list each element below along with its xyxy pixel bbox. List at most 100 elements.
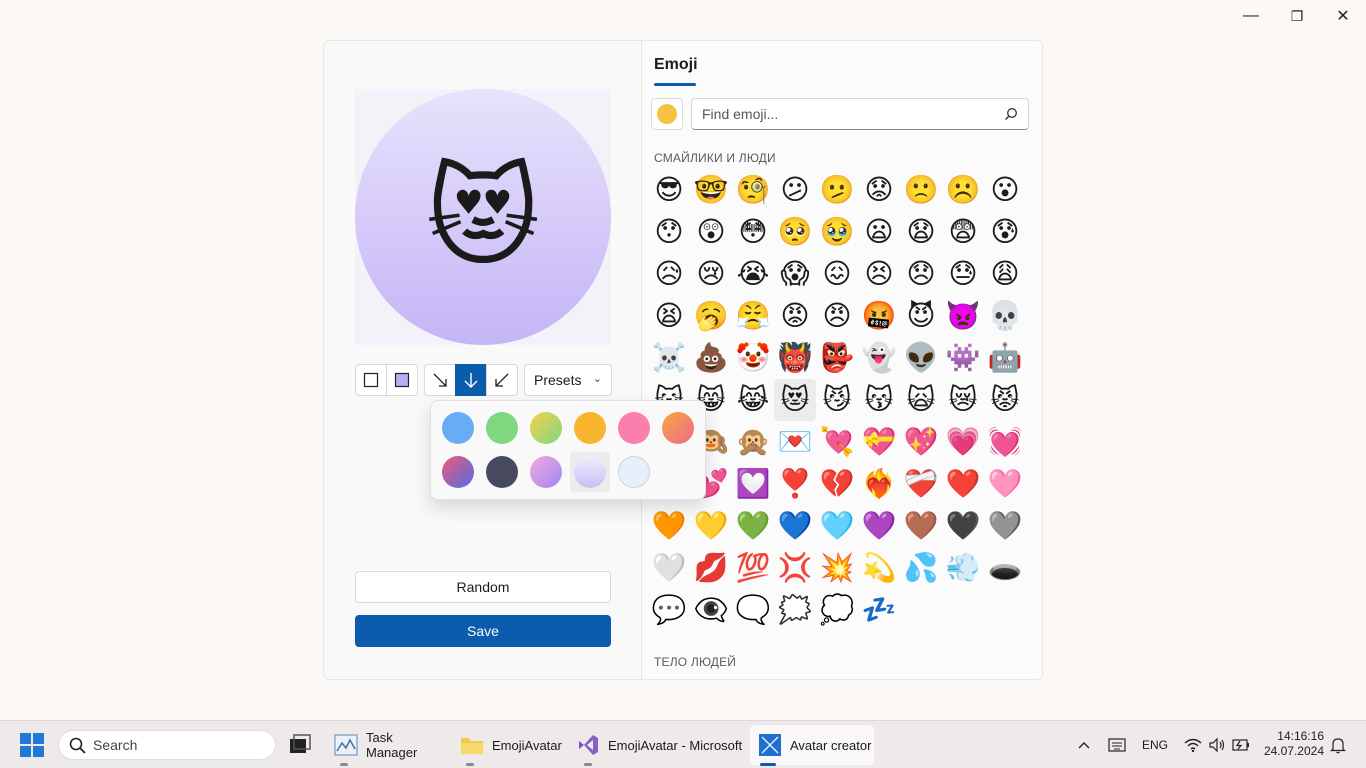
emoji-cell[interactable]: 🕳️	[984, 547, 1026, 589]
emoji-cell[interactable]: 😠	[816, 295, 858, 337]
emoji-cell[interactable]: 👿	[942, 295, 984, 337]
preset-swatch-orange[interactable]	[574, 412, 606, 444]
keyboard-indicator[interactable]	[1108, 721, 1126, 768]
volume-indicator[interactable]	[1208, 721, 1226, 768]
emoji-cell[interactable]: 💭	[816, 589, 858, 631]
emoji-cell[interactable]: 😣	[858, 253, 900, 295]
emoji-cell[interactable]: ❣️	[774, 463, 816, 505]
solid-background-button[interactable]	[355, 364, 387, 396]
emoji-cell[interactable]: 🤎	[900, 505, 942, 547]
emoji-cell[interactable]: 💋	[690, 547, 732, 589]
emoji-cell[interactable]: 💬	[648, 589, 690, 631]
emoji-cell[interactable]: 👺	[816, 337, 858, 379]
emoji-cell[interactable]: 💀	[984, 295, 1026, 337]
emoji-cell[interactable]: 🙊	[732, 421, 774, 463]
taskbar-app-emojiavatar-folder[interactable]: EmojiAvatar	[452, 725, 564, 765]
battery-indicator[interactable]	[1232, 721, 1250, 768]
emoji-cell[interactable]: 😖	[816, 253, 858, 295]
emoji-cell[interactable]: 👁️‍🗨️	[690, 589, 732, 631]
emoji-cell[interactable]: ☠️	[648, 337, 690, 379]
close-button[interactable]: ✕	[1320, 0, 1366, 32]
emoji-cell[interactable]: 😩	[984, 253, 1026, 295]
minimize-button[interactable]: —	[1228, 0, 1274, 32]
taskbar-app-avatar-creator[interactable]: Avatar creator	[750, 725, 874, 765]
emoji-cell[interactable]: 😈	[900, 295, 942, 337]
emoji-cell[interactable]: 😲	[690, 211, 732, 253]
emoji-cell[interactable]: 😳	[732, 211, 774, 253]
emoji-cell[interactable]: 😱	[774, 253, 816, 295]
emoji-cell[interactable]: 🙁	[900, 169, 942, 211]
task-view-button[interactable]	[288, 733, 312, 757]
emoji-cell[interactable]: 💔	[816, 463, 858, 505]
emoji-cell[interactable]: 💙	[774, 505, 816, 547]
preset-swatch-pink[interactable]	[618, 412, 650, 444]
skin-color-button[interactable]	[651, 98, 683, 130]
preset-swatch-blue[interactable]	[442, 412, 474, 444]
emoji-cell[interactable]: 💩	[690, 337, 732, 379]
language-indicator[interactable]: ENG	[1142, 721, 1168, 768]
emoji-cell[interactable]: 🤍	[648, 547, 690, 589]
emoji-cell[interactable]: 👾	[942, 337, 984, 379]
emoji-cell[interactable]: 😡	[774, 295, 816, 337]
emoji-cell[interactable]: 💤	[858, 589, 900, 631]
emoji-cell[interactable]: 🥹	[816, 211, 858, 253]
emoji-cell[interactable]: 😢	[690, 253, 732, 295]
emoji-cell[interactable]: 😽	[858, 379, 900, 421]
gradient-diagonal-button[interactable]	[424, 364, 456, 396]
emoji-cell[interactable]: 💗	[942, 421, 984, 463]
random-button[interactable]: Random	[355, 571, 611, 603]
taskbar-app-task-manager[interactable]: Task Manager	[326, 725, 446, 765]
emoji-cell[interactable]: 🥱	[690, 295, 732, 337]
emoji-cell[interactable]: 💌	[774, 421, 816, 463]
emoji-cell[interactable]: 😫	[648, 295, 690, 337]
emoji-cell[interactable]: 🙀	[900, 379, 942, 421]
taskbar-app-visual-studio[interactable]: EmojiAvatar - Microsoft	[568, 725, 744, 765]
emoji-cell[interactable]: 🫤	[816, 169, 858, 211]
emoji-cell[interactable]: 🧡	[648, 505, 690, 547]
notifications-button[interactable]	[1330, 721, 1346, 768]
emoji-cell[interactable]: 😾	[984, 379, 1026, 421]
emoji-cell[interactable]: 😕	[774, 169, 816, 211]
emoji-cell[interactable]: 😎	[648, 169, 690, 211]
preset-swatch-slate[interactable]	[486, 456, 518, 488]
emoji-cell[interactable]: 😤	[732, 295, 774, 337]
emoji-cell[interactable]: 🩵	[816, 505, 858, 547]
emoji-cell[interactable]: 👻	[858, 337, 900, 379]
emoji-cell[interactable]: 🤬	[858, 295, 900, 337]
emoji-cell[interactable]: 🧐	[732, 169, 774, 211]
start-button[interactable]	[20, 733, 44, 757]
preset-swatch-lavender[interactable]	[574, 456, 606, 488]
emoji-cell[interactable]: 💫	[858, 547, 900, 589]
maximize-button[interactable]: ❐	[1274, 0, 1320, 32]
emoji-cell[interactable]: 🖤	[942, 505, 984, 547]
preset-swatch-green[interactable]	[486, 412, 518, 444]
emoji-cell[interactable]: 🤓	[690, 169, 732, 211]
save-button[interactable]: Save	[355, 615, 611, 647]
emoji-cell[interactable]: 😿	[942, 379, 984, 421]
taskbar-search[interactable]: Search	[58, 730, 276, 760]
emoji-cell[interactable]: 😨	[942, 211, 984, 253]
tab-emoji[interactable]: Emoji	[654, 56, 698, 74]
emoji-cell[interactable]: 💜	[858, 505, 900, 547]
show-hidden-icons[interactable]	[1076, 721, 1092, 768]
emoji-cell[interactable]: 😰	[984, 211, 1026, 253]
emoji-cell[interactable]: ❤️	[942, 463, 984, 505]
emoji-cell[interactable]: 🥺	[774, 211, 816, 253]
emoji-cell[interactable]: 💥	[816, 547, 858, 589]
gradient-vertical-button[interactable]	[455, 364, 487, 396]
emoji-cell[interactable]: 😻	[774, 379, 816, 421]
emoji-cell[interactable]: 😞	[900, 253, 942, 295]
emoji-cell[interactable]: 💚	[732, 505, 774, 547]
emoji-search-input[interactable]	[692, 99, 992, 129]
emoji-cell[interactable]: ❤️‍🔥	[858, 463, 900, 505]
emoji-cell[interactable]: 🩶	[984, 505, 1026, 547]
preset-swatch-blue-pink[interactable]	[442, 456, 474, 488]
emoji-cell[interactable]: ❤️‍🩹	[900, 463, 942, 505]
presets-dropdown[interactable]: Presets ⌄	[524, 364, 612, 396]
emoji-cell[interactable]: 😓	[942, 253, 984, 295]
emoji-cell[interactable]: 👹	[774, 337, 816, 379]
gradient-diagonal-left-button[interactable]	[486, 364, 518, 396]
emoji-cell[interactable]: 😧	[900, 211, 942, 253]
preset-swatch-light-blue[interactable]	[618, 456, 650, 488]
emoji-cell[interactable]: 😮	[984, 169, 1026, 211]
